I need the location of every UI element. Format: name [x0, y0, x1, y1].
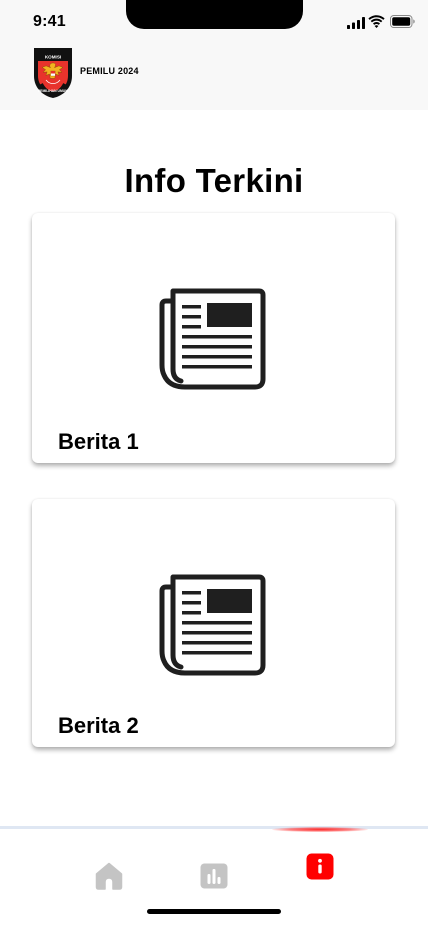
svg-text:PEMILIHAN UMUM: PEMILIHAN UMUM — [38, 89, 68, 93]
active-tab-indicator — [272, 827, 368, 832]
nav-home-button[interactable] — [94, 861, 124, 891]
news-card-1[interactable]: Berita 1 — [32, 213, 395, 463]
news-card-title: Berita 1 — [58, 429, 139, 454]
home-icon — [95, 862, 123, 890]
nav-info-button[interactable] — [305, 852, 335, 882]
info-icon — [306, 853, 334, 880]
page-title: Info Terkini — [124, 162, 304, 199]
status-bar: 9:41 — [0, 0, 428, 44]
wifi-icon — [368, 15, 385, 28]
signal-icon — [347, 17, 365, 29]
newspaper-icon — [159, 288, 266, 390]
news-card-2[interactable]: Berita 2 — [32, 499, 395, 747]
svg-text:KOMISI: KOMISI — [45, 55, 61, 60]
status-time: 9:41 — [33, 13, 66, 30]
battery-icon — [390, 15, 415, 28]
bar-chart-icon — [200, 863, 228, 889]
nav-stats-button[interactable] — [199, 861, 229, 891]
home-indicator[interactable] — [147, 909, 281, 914]
newspaper-icon — [159, 574, 266, 676]
app-brand: PEMILU 2024 — [80, 66, 139, 76]
app-header: KOMISI PEMILIHAN UMUM PEMILU 2024 — [0, 44, 428, 110]
kpu-logo: KOMISI PEMILIHAN UMUM — [34, 48, 72, 98]
notch — [126, 0, 303, 29]
news-card-title: Berita 2 — [58, 713, 139, 738]
